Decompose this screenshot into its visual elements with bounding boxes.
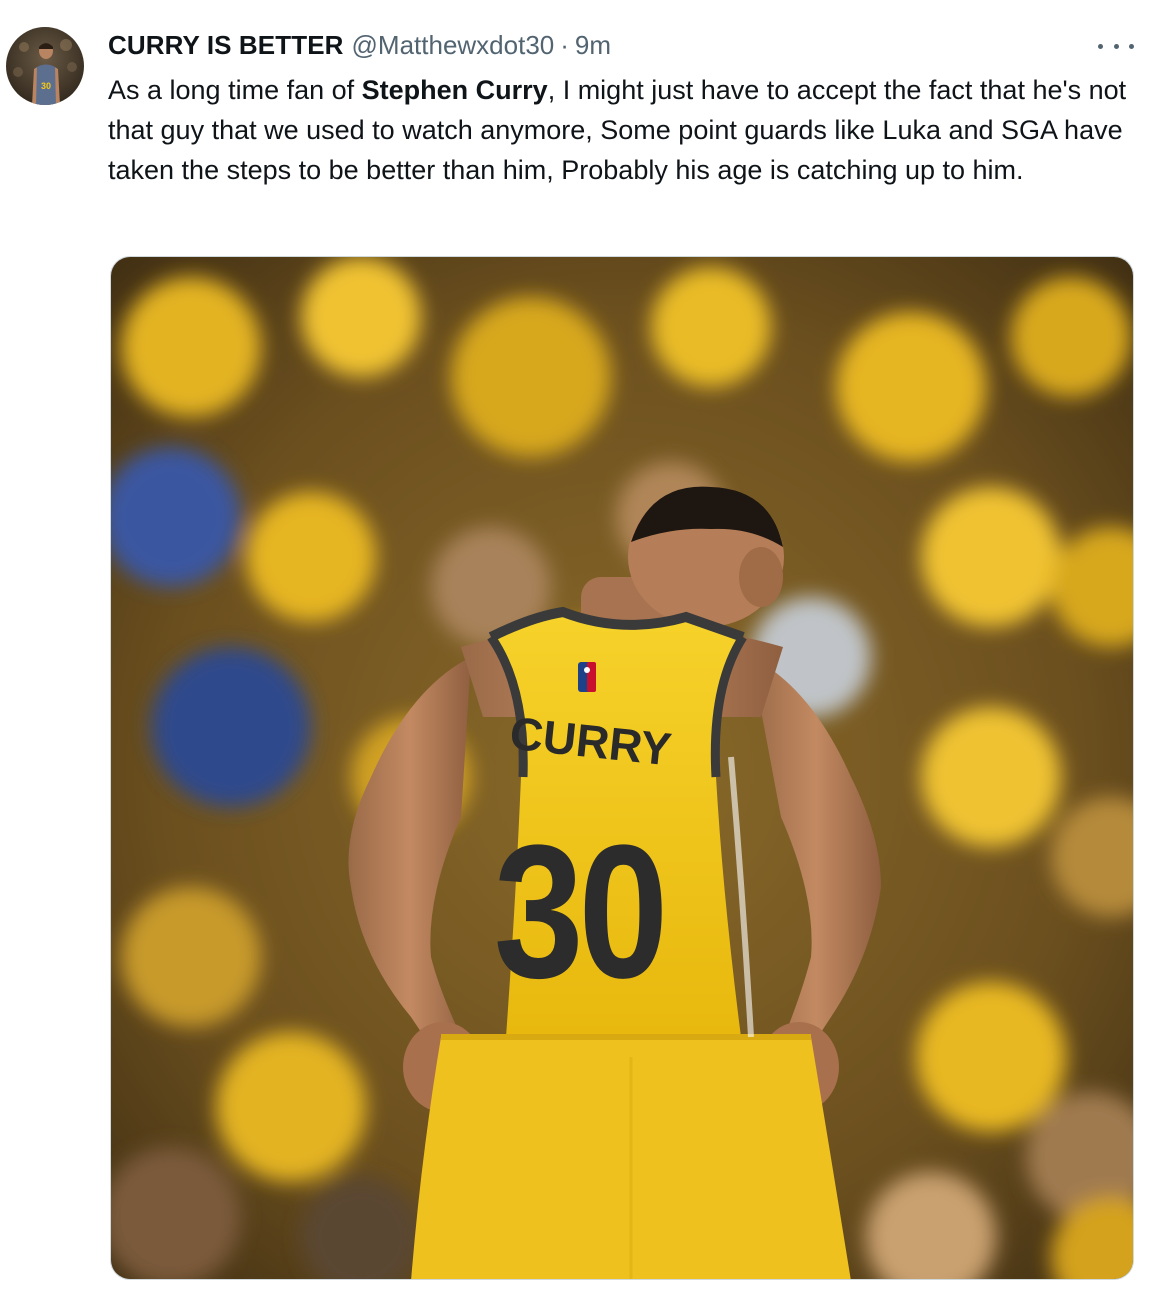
avatar[interactable]: 30 xyxy=(6,27,84,105)
tweet-text-part: As a long time fan of xyxy=(108,75,362,105)
user-handle[interactable]: @Matthewxdot30 xyxy=(352,30,555,61)
more-horizontal-icon xyxy=(1098,38,1134,54)
tweet-media-image[interactable]: CURRY 30 xyxy=(110,256,1134,1280)
tweet[interactable]: 30 CURRY IS BETTER @Matthewxdot30 · 9m A… xyxy=(0,0,1166,1306)
tweet-text-bold: Stephen Curry xyxy=(361,75,548,105)
tweet-text: As a long time fan of Stephen Curry, I m… xyxy=(108,70,1148,190)
separator: · xyxy=(560,30,569,60)
timestamp[interactable]: 9m xyxy=(575,30,611,61)
tweet-header: CURRY IS BETTER @Matthewxdot30 · 9m xyxy=(108,30,611,64)
more-button[interactable] xyxy=(1092,30,1140,62)
svg-text:30: 30 xyxy=(41,81,51,91)
jersey-number: 30 xyxy=(494,806,663,1018)
display-name[interactable]: CURRY IS BETTER xyxy=(108,30,344,61)
nba-logo-icon xyxy=(578,662,596,692)
